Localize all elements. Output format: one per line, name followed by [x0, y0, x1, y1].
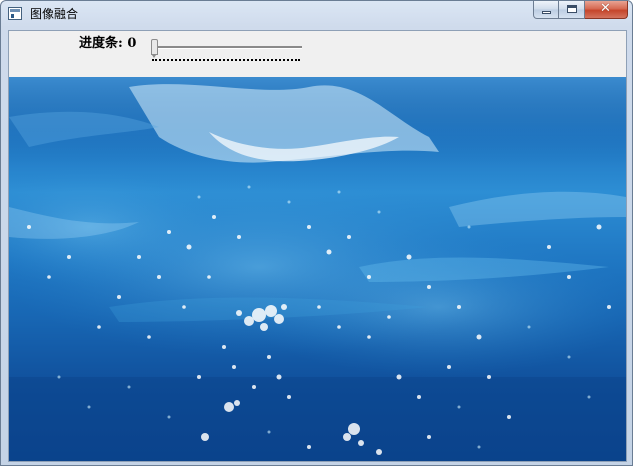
- client-area: 进度条: 0: [8, 30, 627, 462]
- close-button[interactable]: ✕: [585, 1, 628, 19]
- caption-buttons: ✕: [533, 1, 628, 20]
- slider-label: 进度条: 0: [79, 36, 137, 51]
- minimize-button[interactable]: [533, 1, 559, 19]
- maximize-button[interactable]: [559, 1, 585, 19]
- image-display: [9, 77, 626, 461]
- trackbar-panel: 进度条: 0: [9, 31, 626, 77]
- minimize-icon: [542, 11, 551, 14]
- close-icon: ✕: [600, 1, 611, 16]
- title-bar[interactable]: 图像融合 ✕: [1, 1, 632, 28]
- underwater-image: [9, 77, 626, 461]
- app-window: 图像融合 ✕ 进度条: 0: [0, 0, 633, 466]
- slider-thumb[interactable]: [151, 39, 158, 58]
- window-title: 图像融合: [30, 7, 79, 21]
- maximize-icon: [567, 5, 577, 13]
- progress-slider[interactable]: [150, 37, 304, 63]
- window-app-icon[interactable]: [8, 7, 22, 20]
- slider-focus-outline: [152, 59, 300, 61]
- slider-track[interactable]: [154, 46, 302, 49]
